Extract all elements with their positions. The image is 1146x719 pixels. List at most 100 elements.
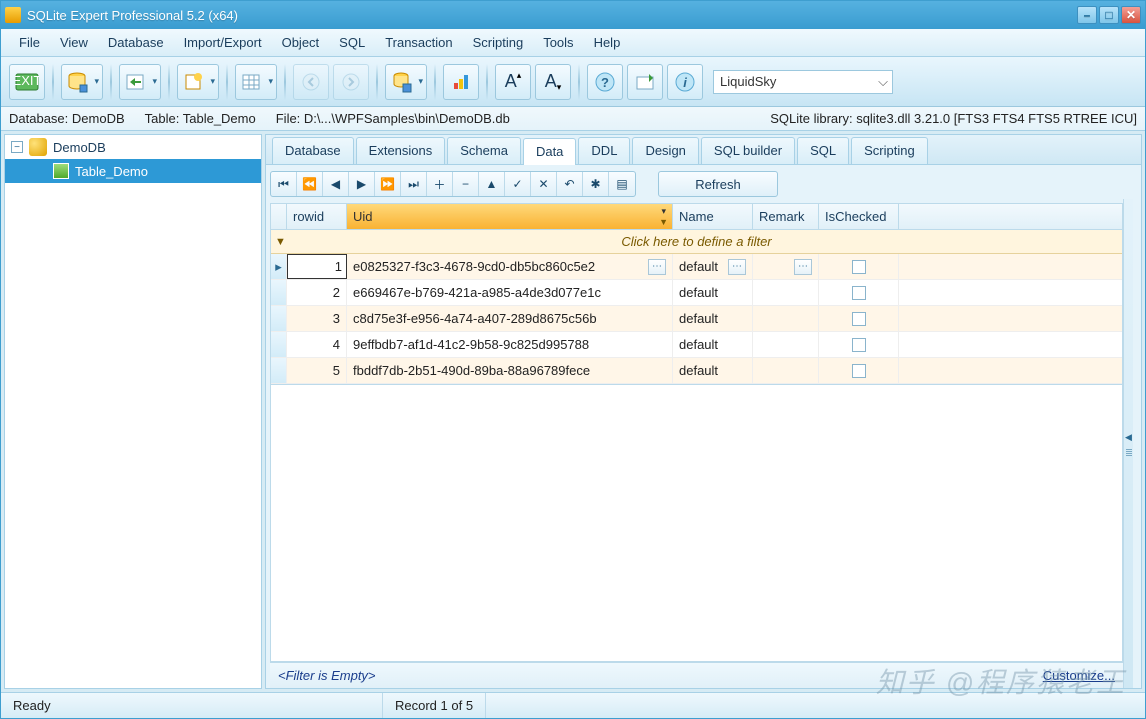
cell-rowid[interactable]: 3 bbox=[287, 306, 347, 331]
nav-nextpage-icon[interactable]: ⏩ bbox=[375, 172, 401, 196]
header-name[interactable]: Name bbox=[673, 204, 753, 229]
cell-uid[interactable]: e669467e-b769-421a-a985-a4de3d077e1c bbox=[347, 280, 673, 305]
nav-prev-icon[interactable]: ◀ bbox=[323, 172, 349, 196]
cell-uid[interactable]: fbddf7db-2b51-490d-89ba-88a96789fece bbox=[347, 358, 673, 383]
header-uid[interactable]: Uid▼ bbox=[347, 204, 673, 229]
table-row[interactable]: 49effbdb7-af1d-41c2-9b58-9c825d995788def… bbox=[271, 332, 1122, 358]
table-row[interactable]: 2e669467e-b769-421a-a985-a4de3d077e1cdef… bbox=[271, 280, 1122, 306]
menu-database[interactable]: Database bbox=[100, 31, 172, 54]
cell-rowid[interactable]: 2 bbox=[287, 280, 347, 305]
nav-bookmark-icon[interactable]: ✱ bbox=[583, 172, 609, 196]
customize-link[interactable]: Customize... bbox=[1043, 668, 1115, 683]
cell-ischecked[interactable] bbox=[819, 280, 899, 305]
filter-row[interactable]: ▼ Click here to define a filter bbox=[271, 230, 1122, 254]
nav-edit-icon[interactable]: ▲ bbox=[479, 172, 505, 196]
grid-button[interactable] bbox=[235, 64, 277, 100]
minimize-button[interactable]: – bbox=[1077, 6, 1097, 24]
checkbox[interactable] bbox=[852, 260, 866, 274]
menu-view[interactable]: View bbox=[52, 31, 96, 54]
header-remark[interactable]: Remark bbox=[753, 204, 819, 229]
filter-status[interactable]: <Filter is Empty> bbox=[278, 668, 376, 683]
cell-editor-icon[interactable]: ⋯ bbox=[728, 259, 746, 275]
menu-sql[interactable]: SQL bbox=[331, 31, 373, 54]
checkbox[interactable] bbox=[852, 364, 866, 378]
tab-design[interactable]: Design bbox=[632, 137, 698, 164]
help-button[interactable]: ? bbox=[587, 64, 623, 100]
cell-ischecked[interactable] bbox=[819, 332, 899, 357]
menu-help[interactable]: Help bbox=[586, 31, 629, 54]
menu-transaction[interactable]: Transaction bbox=[377, 31, 460, 54]
cell-rowid[interactable]: 5 bbox=[287, 358, 347, 383]
cell-remark[interactable] bbox=[753, 280, 819, 305]
nav-first-icon[interactable]: ⏮ bbox=[271, 172, 297, 196]
cell-name[interactable]: default bbox=[673, 332, 753, 357]
close-button[interactable]: ✕ bbox=[1121, 6, 1141, 24]
nav-undo-icon[interactable]: ↶ bbox=[557, 172, 583, 196]
cell-uid[interactable]: e0825327-f3c3-4678-9cd0-db5bc860c5e2⋯ bbox=[347, 254, 673, 279]
tab-ddl[interactable]: DDL bbox=[578, 137, 630, 164]
header-ischecked[interactable]: IsChecked bbox=[819, 204, 899, 229]
refresh-button[interactable]: Refresh bbox=[658, 171, 778, 197]
tab-scripting[interactable]: Scripting bbox=[851, 137, 928, 164]
cell-editor-icon[interactable]: ⋯ bbox=[648, 259, 666, 275]
collapse-icon[interactable]: − bbox=[11, 141, 23, 153]
right-splitter[interactable]: ◀ bbox=[1123, 199, 1133, 688]
nav-cancel-icon[interactable]: ✕ bbox=[531, 172, 557, 196]
checkbox[interactable] bbox=[852, 312, 866, 326]
new-button[interactable] bbox=[177, 64, 219, 100]
cell-name[interactable]: default bbox=[673, 280, 753, 305]
table-row[interactable]: ▸1e0825327-f3c3-4678-9cd0-db5bc860c5e2⋯d… bbox=[271, 254, 1122, 280]
tree-db-node[interactable]: − DemoDB bbox=[5, 135, 261, 159]
database-button[interactable] bbox=[61, 64, 103, 100]
nav-post-icon[interactable]: ✓ bbox=[505, 172, 531, 196]
exit-button[interactable]: EXIT bbox=[9, 64, 45, 100]
cell-remark[interactable] bbox=[753, 306, 819, 331]
chart-button[interactable] bbox=[443, 64, 479, 100]
tab-sql[interactable]: SQL bbox=[797, 137, 849, 164]
tab-schema[interactable]: Schema bbox=[447, 137, 521, 164]
font-increase-button[interactable]: A▴ bbox=[495, 64, 531, 100]
cell-name[interactable]: default bbox=[673, 358, 753, 383]
nav-next-icon[interactable]: ▶ bbox=[349, 172, 375, 196]
tab-extensions[interactable]: Extensions bbox=[356, 137, 446, 164]
nav-add-icon[interactable]: ＋ bbox=[427, 172, 453, 196]
cell-name[interactable]: default⋯ bbox=[673, 254, 753, 279]
cell-remark[interactable] bbox=[753, 358, 819, 383]
checkbox[interactable] bbox=[852, 338, 866, 352]
tab-database[interactable]: Database bbox=[272, 137, 354, 164]
menu-file[interactable]: File bbox=[11, 31, 48, 54]
maximize-button[interactable]: □ bbox=[1099, 6, 1119, 24]
nav-next-button[interactable] bbox=[333, 64, 369, 100]
table-row[interactable]: 5fbddf7db-2b51-490d-89ba-88a96789fecedef… bbox=[271, 358, 1122, 384]
checkbox[interactable] bbox=[852, 286, 866, 300]
filter-icon[interactable]: ▼ bbox=[659, 217, 668, 227]
cell-ischecked[interactable] bbox=[819, 254, 899, 279]
import-button[interactable] bbox=[119, 64, 161, 100]
nav-filter-icon[interactable]: ▤ bbox=[609, 172, 635, 196]
nav-prevpage-icon[interactable]: ⏪ bbox=[297, 172, 323, 196]
menu-tools[interactable]: Tools bbox=[535, 31, 581, 54]
info-button[interactable]: i bbox=[667, 64, 703, 100]
tree-table-node[interactable]: Table_Demo bbox=[5, 159, 261, 183]
header-rowid[interactable]: rowid bbox=[287, 204, 347, 229]
cell-rowid[interactable]: 4 bbox=[287, 332, 347, 357]
menu-scripting[interactable]: Scripting bbox=[465, 31, 532, 54]
cell-uid[interactable]: c8d75e3f-e956-4a74-a407-289d8675c56b bbox=[347, 306, 673, 331]
tab-data[interactable]: Data bbox=[523, 138, 576, 165]
cell-remark[interactable]: ⋯ bbox=[753, 254, 819, 279]
save-button[interactable] bbox=[385, 64, 427, 100]
cell-ischecked[interactable] bbox=[819, 358, 899, 383]
cell-ischecked[interactable] bbox=[819, 306, 899, 331]
skin-combo[interactable]: LiquidSky bbox=[713, 70, 893, 94]
cell-editor-icon[interactable]: ⋯ bbox=[794, 259, 812, 275]
tab-sqlbuilder[interactable]: SQL builder bbox=[701, 137, 795, 164]
cell-rowid[interactable]: 1 bbox=[287, 254, 347, 279]
cell-name[interactable]: default bbox=[673, 306, 753, 331]
menu-object[interactable]: Object bbox=[274, 31, 328, 54]
nav-remove-icon[interactable]: − bbox=[453, 172, 479, 196]
menu-importexport[interactable]: Import/Export bbox=[176, 31, 270, 54]
update-button[interactable] bbox=[627, 64, 663, 100]
nav-last-icon[interactable]: ⏭ bbox=[401, 172, 427, 196]
cell-uid[interactable]: 9effbdb7-af1d-41c2-9b58-9c825d995788 bbox=[347, 332, 673, 357]
cell-remark[interactable] bbox=[753, 332, 819, 357]
